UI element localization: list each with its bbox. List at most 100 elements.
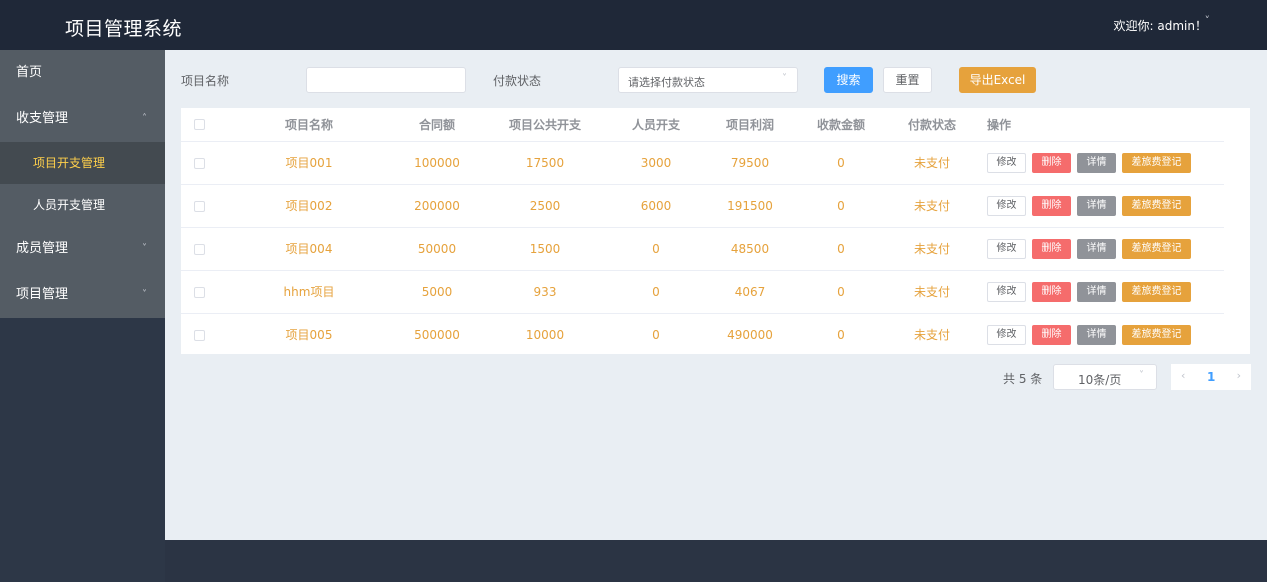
- cell-profit: 48500: [695, 227, 805, 271]
- detail-button[interactable]: 详情: [1077, 324, 1116, 345]
- cell-contract: 5000: [401, 270, 473, 314]
- sidebar-subitem-project-expense[interactable]: 项目开支管理: [0, 142, 165, 184]
- cell-contract: 200000: [401, 184, 473, 228]
- row-checkbox[interactable]: [193, 243, 205, 255]
- detail-button[interactable]: 详情: [1077, 152, 1116, 173]
- page-number-current[interactable]: 1: [1207, 370, 1215, 384]
- detail-button[interactable]: 详情: [1077, 238, 1116, 259]
- detail-button[interactable]: 详情: [1077, 195, 1116, 216]
- edit-button[interactable]: 修改: [987, 281, 1026, 302]
- cell-staff-expense: 6000: [617, 184, 695, 228]
- sidebar-item-home[interactable]: 首页: [0, 50, 165, 96]
- cell-received: 0: [805, 270, 877, 314]
- sidebar-subitem-label: 项目开支管理: [33, 156, 106, 170]
- delete-button[interactable]: 删除: [1032, 195, 1071, 216]
- delete-button[interactable]: 删除: [1032, 324, 1071, 345]
- edit-button[interactable]: 修改: [987, 195, 1026, 216]
- sidebar-menu: 首页 收支管理 ˄ 项目开支管理 人员开支管理 成员管理 ˅ 项目管理 ˅: [0, 50, 165, 318]
- cell-status: 未支付: [877, 227, 987, 271]
- chevron-down-icon[interactable]: ˅: [1205, 14, 1211, 27]
- edit-button[interactable]: 修改: [987, 238, 1026, 259]
- cell-project-name: 项目005: [285, 328, 333, 343]
- project-name-input[interactable]: [306, 67, 466, 93]
- table-row: 项目002 200000 2500 6000 191500 0 未支付 修改 删除…: [181, 184, 1224, 228]
- travel-expense-button[interactable]: 差旅费登记: [1122, 324, 1191, 345]
- export-excel-button[interactable]: 导出Excel: [959, 67, 1036, 93]
- row-checkbox[interactable]: [193, 200, 205, 212]
- sidebar-item-projects[interactable]: 项目管理 ˅: [0, 272, 165, 318]
- sidebar-subitem-label: 人员开支管理: [33, 198, 106, 212]
- user-menu[interactable]: 欢迎你: admin！: [1114, 17, 1207, 34]
- project-expense-table: 项目名称 合同额 项目公共开支 人员开支 项目利润 收款金额 付款状态 操作 项…: [181, 108, 1250, 354]
- cell-actions: 修改 删除 详情 差旅费登记: [987, 184, 1224, 228]
- pagination-total: 共 5 条: [1003, 372, 1043, 386]
- cell-contract: 500000: [414, 327, 460, 342]
- travel-expense-button[interactable]: 差旅费登记: [1122, 238, 1191, 259]
- main-content: 项目名称 付款状态 请选择付款状态 ˅ 搜索 重置 导出Excel 项目名称 合…: [165, 50, 1267, 540]
- cell-project-name: 项目001: [217, 141, 401, 185]
- chevron-down-icon: ˅: [142, 243, 147, 254]
- next-page-icon[interactable]: ›: [1237, 369, 1241, 382]
- sidebar-item-label: 首页: [16, 65, 43, 80]
- chevron-down-icon: ˅: [142, 289, 147, 300]
- top-header: 项目管理系统 欢迎你: admin！ ˅: [0, 0, 1267, 50]
- sidebar-item-income-expense[interactable]: 收支管理 ˄: [0, 96, 165, 142]
- cell-profit: 490000: [727, 327, 773, 342]
- cell-project-name: hhm项目: [217, 270, 401, 314]
- column-header: 操作: [987, 108, 1224, 142]
- table-header-row: 项目名称 合同额 项目公共开支 人员开支 项目利润 收款金额 付款状态 操作: [181, 108, 1224, 142]
- cell-status: 未支付: [913, 328, 950, 343]
- cell-public-expense: 933: [473, 270, 617, 314]
- travel-expense-button[interactable]: 差旅费登记: [1122, 195, 1191, 216]
- delete-button[interactable]: 删除: [1032, 152, 1071, 173]
- cell-project-name: 项目004: [217, 227, 401, 271]
- chevron-down-icon: ˅: [782, 73, 787, 84]
- select-placeholder: 请选择付款状态: [628, 76, 705, 89]
- payment-status-select[interactable]: 请选择付款状态 ˅: [618, 67, 798, 93]
- cell-status: 未支付: [877, 141, 987, 185]
- reset-button[interactable]: 重置: [883, 67, 932, 93]
- chevron-down-icon: ˅: [1139, 370, 1144, 381]
- sidebar-item-label: 成员管理: [16, 241, 69, 256]
- edit-button[interactable]: 修改: [987, 152, 1026, 173]
- table-row: 项目004 50000 1500 0 48500 0 未支付 修改 删除 详情 差旅费…: [181, 227, 1224, 271]
- cell-received: 0: [805, 141, 877, 185]
- travel-expense-button[interactable]: 差旅费登记: [1122, 152, 1191, 173]
- cell-public-expense: 2500: [473, 184, 617, 228]
- cell-profit: 191500: [695, 184, 805, 228]
- detail-button[interactable]: 详情: [1077, 281, 1116, 302]
- cell-status: 未支付: [877, 270, 987, 314]
- table-row: hhm项目 5000 933 0 4067 0 未支付 修改 删除 详情 差旅费登记: [181, 270, 1224, 314]
- table-row: 项目005 500000 10000 0 490000 0 未支付 修改 删除 详情…: [181, 313, 1224, 356]
- cell-actions: 修改 删除 详情 差旅费登记: [987, 227, 1224, 271]
- cell-actions: 修改 删除 详情 差旅费登记: [987, 313, 1224, 356]
- travel-expense-button[interactable]: 差旅费登记: [1122, 281, 1191, 302]
- chevron-up-icon: ˄: [142, 113, 147, 124]
- cell-project-name: 项目002: [217, 184, 401, 228]
- cell-staff-expense: 0: [617, 227, 695, 271]
- app-title: 项目管理系统: [65, 18, 183, 40]
- row-checkbox[interactable]: [193, 329, 205, 341]
- column-header: 付款状态: [877, 108, 987, 142]
- row-checkbox[interactable]: [193, 157, 205, 169]
- row-checkbox[interactable]: [193, 286, 205, 298]
- sidebar-item-members[interactable]: 成员管理 ˅: [0, 226, 165, 272]
- delete-button[interactable]: 删除: [1032, 281, 1071, 302]
- select-all-checkbox[interactable]: [193, 119, 205, 131]
- cell-contract: 50000: [401, 227, 473, 271]
- project-name-label: 项目名称: [181, 74, 230, 88]
- search-button[interactable]: 搜索: [824, 67, 873, 93]
- cell-public-expense: 1500: [473, 227, 617, 271]
- pagination-nav: ‹ 1 ›: [1171, 364, 1251, 390]
- cell-profit: 4067: [695, 270, 805, 314]
- payment-status-label: 付款状态: [493, 74, 542, 88]
- delete-button[interactable]: 删除: [1032, 238, 1071, 259]
- cell-status: 未支付: [877, 184, 987, 228]
- page-size-select[interactable]: 10条/页 ˅: [1053, 364, 1157, 390]
- cell-staff-expense: 3000: [617, 141, 695, 185]
- edit-button[interactable]: 修改: [987, 324, 1026, 345]
- sidebar-item-label: 收支管理: [16, 111, 69, 126]
- column-header: 合同额: [401, 108, 473, 142]
- sidebar-subitem-staff-expense[interactable]: 人员开支管理: [0, 184, 165, 226]
- prev-page-icon[interactable]: ‹: [1181, 369, 1185, 382]
